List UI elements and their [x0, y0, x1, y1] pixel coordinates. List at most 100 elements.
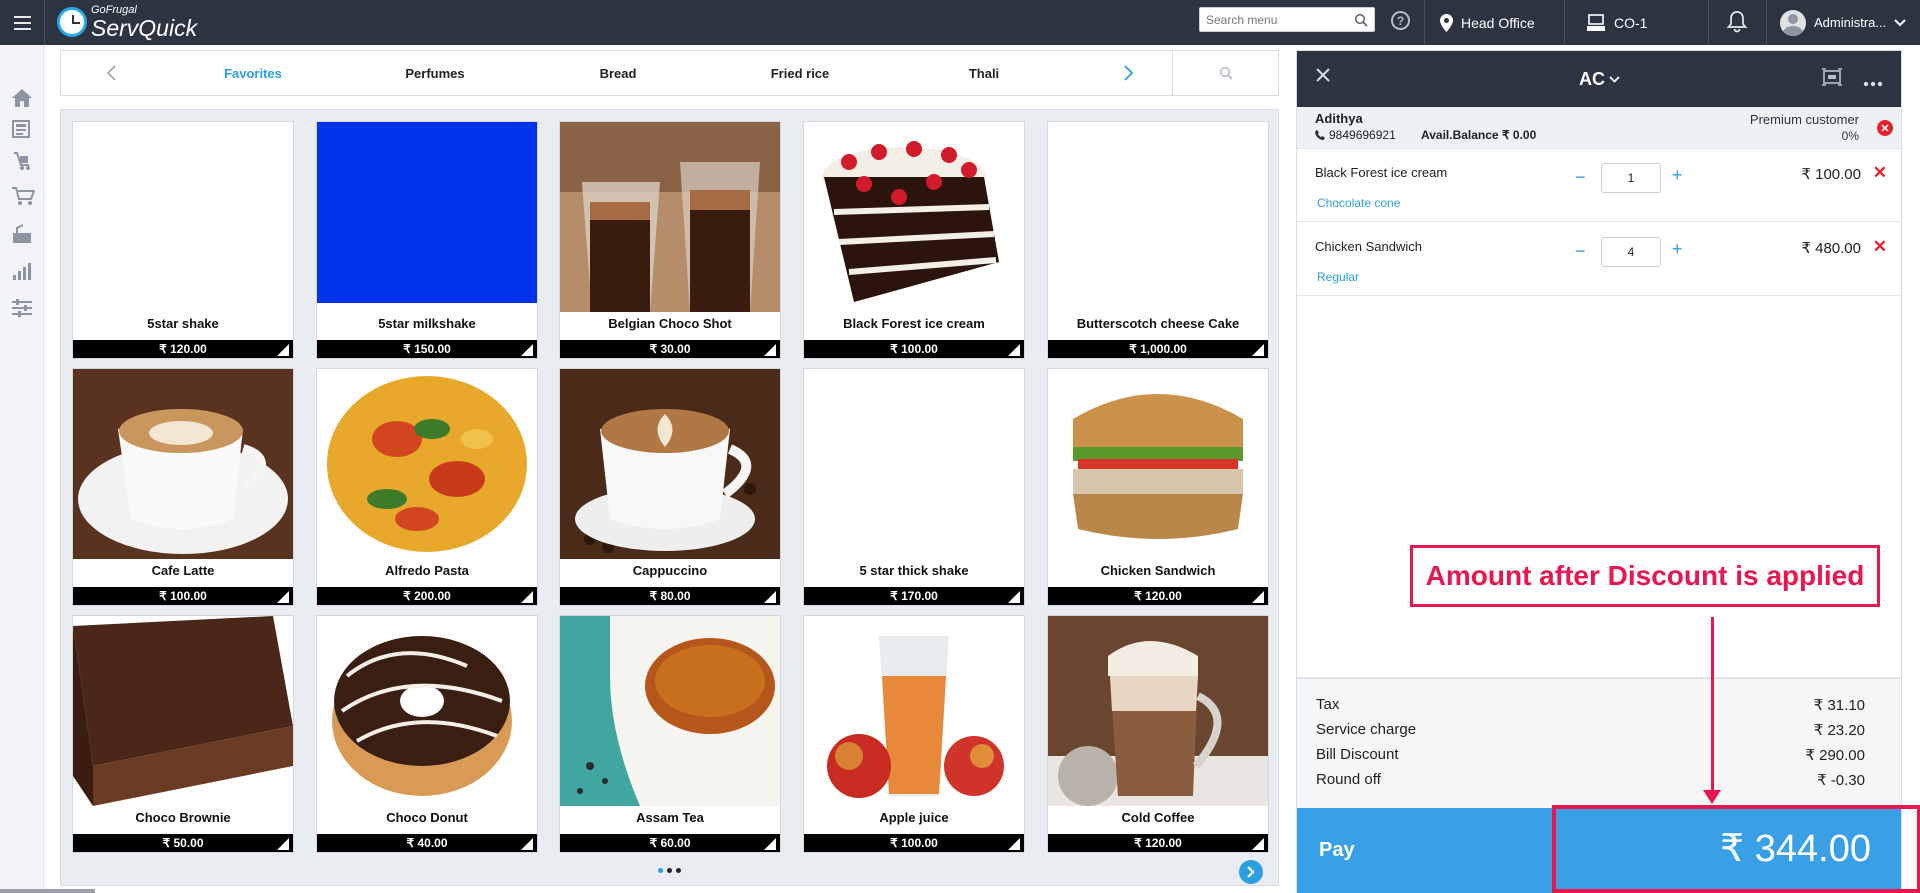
increase-qty-button[interactable]: + [1672, 239, 1683, 260]
product-tile[interactable]: Alfredo Pasta ₹ 200.00 [316, 368, 538, 606]
product-price: ₹ 120.00 [1048, 587, 1268, 605]
settings-sliders-icon[interactable] [11, 297, 33, 319]
divider [1424, 0, 1425, 45]
tab-favorites[interactable]: Favorites [168, 51, 338, 95]
product-image-sandwich [1048, 369, 1268, 559]
horizontal-scrollbar[interactable] [0, 889, 95, 893]
hamburger-menu-icon[interactable] [0, 0, 45, 45]
total-label: Tax [1316, 696, 1340, 713]
product-price: ₹ 80.00 [560, 587, 780, 605]
line-item-modifier[interactable]: Chocolate cone [1317, 196, 1400, 210]
close-icon[interactable] [1315, 67, 1331, 88]
total-row-service-charge: Service charge ₹ 23.20 [1297, 719, 1901, 741]
product-tile[interactable]: Cappuccino ₹ 80.00 [559, 368, 781, 606]
product-price: ₹ 30.00 [560, 340, 780, 358]
product-tile[interactable]: Apple juice ₹ 100.00 [803, 615, 1025, 853]
product-tile[interactable]: 5star milkshake ₹ 150.00 [316, 121, 538, 359]
remove-customer-icon[interactable]: ✕ [1877, 120, 1893, 136]
chevron-left-icon [106, 65, 116, 81]
page-indicator [658, 868, 681, 873]
line-item-name: Black Forest ice cream [1315, 165, 1448, 180]
customer-info[interactable]: Adithya 9849696921 Avail.Balance ₹ 0.00 … [1297, 107, 1901, 149]
quantity-input[interactable] [1601, 237, 1661, 267]
product-image-donut [317, 616, 537, 806]
tab-thali[interactable]: Thali [899, 51, 1069, 95]
page-dot[interactable] [676, 868, 681, 873]
tab-perfumes[interactable]: Perfumes [350, 51, 520, 95]
search-menu-input[interactable] [1200, 9, 1350, 30]
divider [1766, 0, 1767, 45]
left-sidebar [0, 45, 45, 893]
page-dot[interactable] [667, 868, 672, 873]
decrease-qty-button[interactable]: − [1575, 167, 1586, 188]
corner-marker-icon [521, 344, 533, 356]
order-type-selector[interactable]: AC [1579, 51, 1620, 107]
bell-icon[interactable] [1726, 10, 1748, 38]
quantity-input[interactable] [1601, 163, 1661, 193]
counter-selector[interactable]: CO-1 [1586, 0, 1647, 45]
search-icon[interactable] [1350, 9, 1372, 31]
corner-marker-icon [1008, 838, 1020, 850]
total-label: Bill Discount [1316, 746, 1399, 763]
product-price: ₹ 100.00 [804, 340, 1024, 358]
page-dot[interactable] [658, 868, 663, 873]
pos-terminal-icon [1587, 13, 1605, 31]
product-price: ₹ 120.00 [1048, 834, 1268, 852]
remove-line-icon[interactable]: ✕ [1873, 237, 1887, 257]
product-tile[interactable]: 5star shake ₹ 120.00 [72, 121, 294, 359]
remove-line-icon[interactable]: ✕ [1873, 163, 1887, 183]
product-tile[interactable]: Chicken Sandwich ₹ 120.00 [1047, 368, 1269, 606]
table-view-icon[interactable] [1822, 67, 1842, 92]
app-logo[interactable]: GoFrugal ServQuick [57, 2, 197, 42]
product-name: 5star shake [147, 316, 219, 331]
delivery-icon[interactable] [11, 150, 33, 172]
product-tile[interactable]: Assam Tea ₹ 60.00 [559, 615, 781, 853]
product-tile[interactable]: Choco Brownie ₹ 50.00 [72, 615, 294, 853]
total-row-bill-discount[interactable]: Bill Discount ₹ 290.00 [1297, 744, 1901, 766]
product-tile[interactable]: Choco Donut ₹ 40.00 [316, 615, 538, 853]
location-selector[interactable]: Head Office [1440, 0, 1535, 45]
product-tile[interactable]: Butterscotch cheese Cake ₹ 1,000.00 [1047, 121, 1269, 359]
help-icon[interactable]: ? [1391, 11, 1410, 30]
phone-icon [1315, 130, 1325, 140]
product-tile[interactable]: Cafe Latte ₹ 100.00 [72, 368, 294, 606]
product-name: Assam Tea [636, 810, 704, 825]
product-grid: 5star shake ₹ 120.00 5star milkshake ₹ 1… [60, 109, 1279, 886]
kitchen-icon[interactable] [11, 223, 33, 245]
next-page-button[interactable] [1239, 860, 1263, 884]
total-value: ₹ 31.10 [1813, 697, 1865, 714]
more-options-icon[interactable] [1863, 74, 1883, 92]
product-name: Choco Donut [386, 810, 468, 825]
decrease-qty-button[interactable]: − [1575, 241, 1586, 262]
avatar [1780, 9, 1806, 36]
product-name: Black Forest ice cream [843, 316, 985, 331]
corner-marker-icon [277, 344, 289, 356]
corner-marker-icon [764, 591, 776, 603]
increase-qty-button[interactable]: + [1672, 165, 1683, 186]
reports-icon[interactable] [11, 260, 33, 282]
product-image-pasta [317, 369, 537, 559]
tab-bread[interactable]: Bread [533, 51, 703, 95]
product-tile[interactable]: Black Forest ice cream ₹ 100.00 [803, 121, 1025, 359]
product-tile[interactable]: 5 star thick shake ₹ 170.00 [803, 368, 1025, 606]
order-panel: AC Adithya 9849696921 Avail.Balance ₹ 0.… [1296, 50, 1902, 893]
order-header: AC [1297, 51, 1901, 107]
product-tile[interactable]: Cold Coffee ₹ 120.00 [1047, 615, 1269, 853]
category-prev-button[interactable] [91, 51, 131, 95]
product-name: 5star milkshake [378, 316, 476, 331]
category-next-button[interactable] [1108, 51, 1148, 95]
total-value: ₹ -0.30 [1817, 772, 1865, 789]
cart-icon[interactable] [11, 185, 36, 207]
tab-fried-rice[interactable]: Fried rice [715, 51, 885, 95]
corner-marker-icon [1008, 591, 1020, 603]
line-item-modifier[interactable]: Regular [1317, 270, 1359, 284]
product-tile[interactable]: Belgian Choco Shot ₹ 30.00 [559, 121, 781, 359]
category-search-button[interactable] [1172, 51, 1279, 95]
orders-icon[interactable] [11, 118, 33, 140]
home-icon[interactable] [11, 87, 33, 109]
product-image-blank [73, 122, 293, 312]
user-menu[interactable]: Administra... [1780, 0, 1906, 45]
product-name: Belgian Choco Shot [608, 316, 732, 331]
corner-marker-icon [277, 591, 289, 603]
chevron-right-icon [1123, 65, 1133, 81]
